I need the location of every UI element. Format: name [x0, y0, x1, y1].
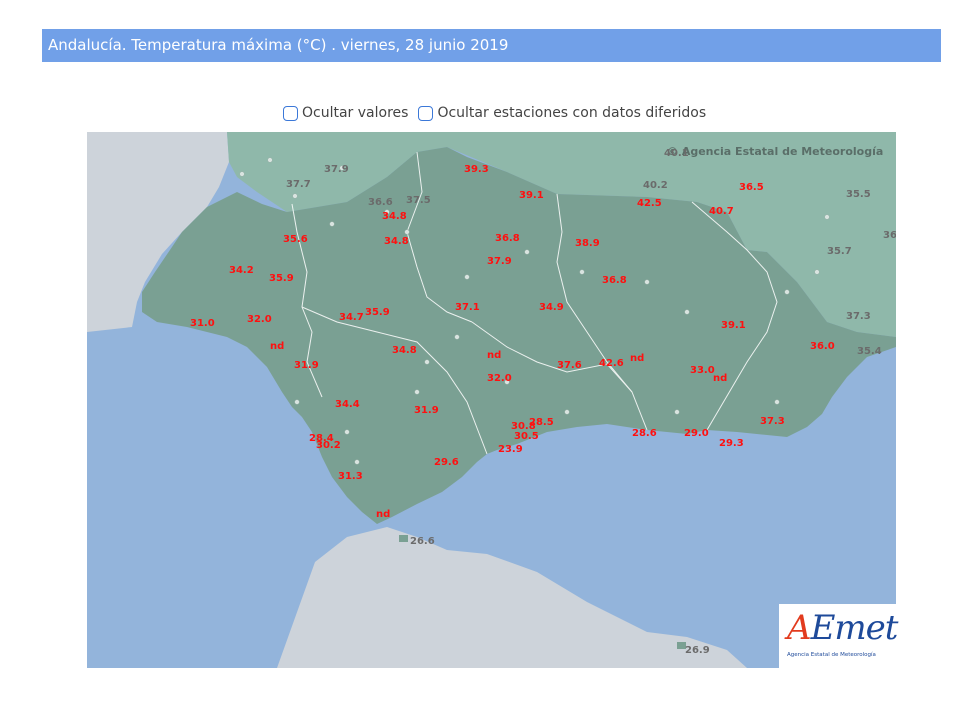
- station-value[interactable]: 29.0: [684, 428, 709, 439]
- station-dot[interactable]: [774, 399, 780, 405]
- station-value[interactable]: nd: [270, 341, 284, 352]
- station-value[interactable]: 31.9: [294, 360, 319, 371]
- station-dot[interactable]: [329, 221, 335, 227]
- temperature-map[interactable]: © Agencia Estatal de Meteorología 39.3 39…: [87, 132, 896, 668]
- station-dot[interactable]: [239, 171, 245, 177]
- neighbor-station-value[interactable]: 35.7: [827, 246, 852, 257]
- station-value[interactable]: 34.2: [229, 265, 254, 276]
- aemet-logo-word: AEmet: [787, 608, 898, 648]
- station-value[interactable]: 35.9: [269, 273, 294, 284]
- station-value[interactable]: 31.0: [190, 318, 215, 329]
- station-value[interactable]: 39.3: [464, 164, 489, 175]
- station-value[interactable]: 34.7: [339, 312, 364, 323]
- checkbox-icon[interactable]: [418, 105, 434, 121]
- station-value[interactable]: nd: [376, 509, 390, 520]
- station-value[interactable]: 37.3: [760, 416, 785, 427]
- station-dot[interactable]: [292, 193, 298, 199]
- station-dot[interactable]: [464, 274, 470, 280]
- station-value[interactable]: 36.0: [810, 341, 835, 352]
- neighbor-station-value[interactable]: 40.2: [643, 180, 668, 191]
- map-title: Andalucía. Temperatura máxima (°C) . vie…: [48, 36, 509, 54]
- station-value[interactable]: 36.8: [495, 233, 520, 244]
- station-value[interactable]: 23.9: [498, 444, 523, 455]
- station-dot[interactable]: [684, 309, 690, 315]
- neighbor-station-value[interactable]: 35.4: [857, 346, 882, 357]
- station-dot[interactable]: [564, 409, 570, 415]
- station-dot[interactable]: [267, 157, 273, 163]
- station-value[interactable]: 32.0: [487, 373, 512, 384]
- station-value[interactable]: 34.9: [539, 302, 564, 313]
- station-value[interactable]: nd: [487, 350, 501, 361]
- station-value[interactable]: 30.5: [514, 431, 539, 442]
- map-title-bar: Andalucía. Temperatura máxima (°C) . vie…: [42, 29, 941, 62]
- station-value[interactable]: 34.8: [382, 211, 407, 222]
- station-value[interactable]: 30.2: [316, 440, 341, 451]
- station-value[interactable]: 39.1: [721, 320, 746, 331]
- station-value[interactable]: 36.8: [602, 275, 627, 286]
- station-value[interactable]: 40.7: [709, 206, 734, 217]
- station-value[interactable]: 36.5: [739, 182, 764, 193]
- station-dot[interactable]: [414, 389, 420, 395]
- aemet-logo: AEmet Agencia Estatal de Meteorología: [779, 604, 898, 668]
- station-value[interactable]: 35.9: [365, 307, 390, 318]
- station-value[interactable]: 37.9: [487, 256, 512, 267]
- neighbor-station-value[interactable]: 35.5: [846, 189, 871, 200]
- neighbor-station-value[interactable]: 26.9: [685, 645, 710, 656]
- neighbor-station-value[interactable]: 40.1: [664, 148, 689, 159]
- station-dot[interactable]: [824, 214, 830, 220]
- station-dot[interactable]: [354, 459, 360, 465]
- station-dot[interactable]: [674, 409, 680, 415]
- aemet-logo-subtitle: Agencia Estatal de Meteorología: [787, 652, 876, 658]
- station-value[interactable]: 34.4: [335, 399, 360, 410]
- station-value[interactable]: nd: [713, 373, 727, 384]
- station-dot[interactable]: [424, 359, 430, 365]
- station-dot[interactable]: [579, 269, 585, 275]
- map-credit: © Agencia Estatal de Meteorología: [667, 145, 883, 158]
- station-dot[interactable]: [784, 289, 790, 295]
- station-value[interactable]: 31.9: [414, 405, 439, 416]
- station-value[interactable]: 28.6: [632, 428, 657, 439]
- station-value[interactable]: 31.3: [338, 471, 363, 482]
- station-value[interactable]: 34.8: [384, 236, 409, 247]
- station-value[interactable]: nd: [630, 353, 644, 364]
- station-value[interactable]: 38.9: [575, 238, 600, 249]
- station-dot[interactable]: [404, 229, 410, 235]
- station-value[interactable]: 29.3: [719, 438, 744, 449]
- neighbor-station-value[interactable]: 26.6: [410, 536, 435, 547]
- station-value[interactable]: 42.5: [637, 198, 662, 209]
- hide-values-label: Ocultar valores: [302, 105, 409, 121]
- hide-values-checkbox[interactable]: Ocultar valores: [283, 105, 408, 121]
- hide-deferred-label: Ocultar estaciones con datos diferidos: [437, 105, 707, 121]
- station-value[interactable]: 39.1: [519, 190, 544, 201]
- station-dot[interactable]: [814, 269, 820, 275]
- station-value[interactable]: 42.6: [599, 358, 624, 369]
- neighbor-station-value[interactable]: 37.9: [324, 164, 349, 175]
- ceuta-marker: [399, 535, 408, 542]
- checkbox-icon[interactable]: [283, 105, 298, 121]
- map-controls: Ocultar valores Ocultar estaciones con d…: [283, 102, 716, 124]
- station-dot[interactable]: [294, 399, 300, 405]
- neighbor-station-value[interactable]: 37.7: [286, 179, 311, 190]
- neighbor-station-value[interactable]: 36: [883, 230, 896, 241]
- station-value[interactable]: 32.0: [247, 314, 272, 325]
- station-value[interactable]: 37.6: [557, 360, 582, 371]
- station-dot[interactable]: [644, 279, 650, 285]
- station-value[interactable]: 29.6: [434, 457, 459, 468]
- neighbor-station-value[interactable]: 37.5: [406, 195, 431, 206]
- station-value[interactable]: 33.0: [690, 365, 715, 376]
- station-dot[interactable]: [524, 249, 530, 255]
- station-value[interactable]: 37.1: [455, 302, 480, 313]
- station-value[interactable]: 34.8: [392, 345, 417, 356]
- station-value[interactable]: 35.6: [283, 234, 308, 245]
- neighbor-station-value[interactable]: 37.3: [846, 311, 871, 322]
- station-dot[interactable]: [344, 429, 350, 435]
- neighbor-station-value[interactable]: 36.6: [368, 197, 393, 208]
- station-dot[interactable]: [454, 334, 460, 340]
- hide-deferred-checkbox[interactable]: Ocultar estaciones con datos diferidos: [418, 105, 706, 121]
